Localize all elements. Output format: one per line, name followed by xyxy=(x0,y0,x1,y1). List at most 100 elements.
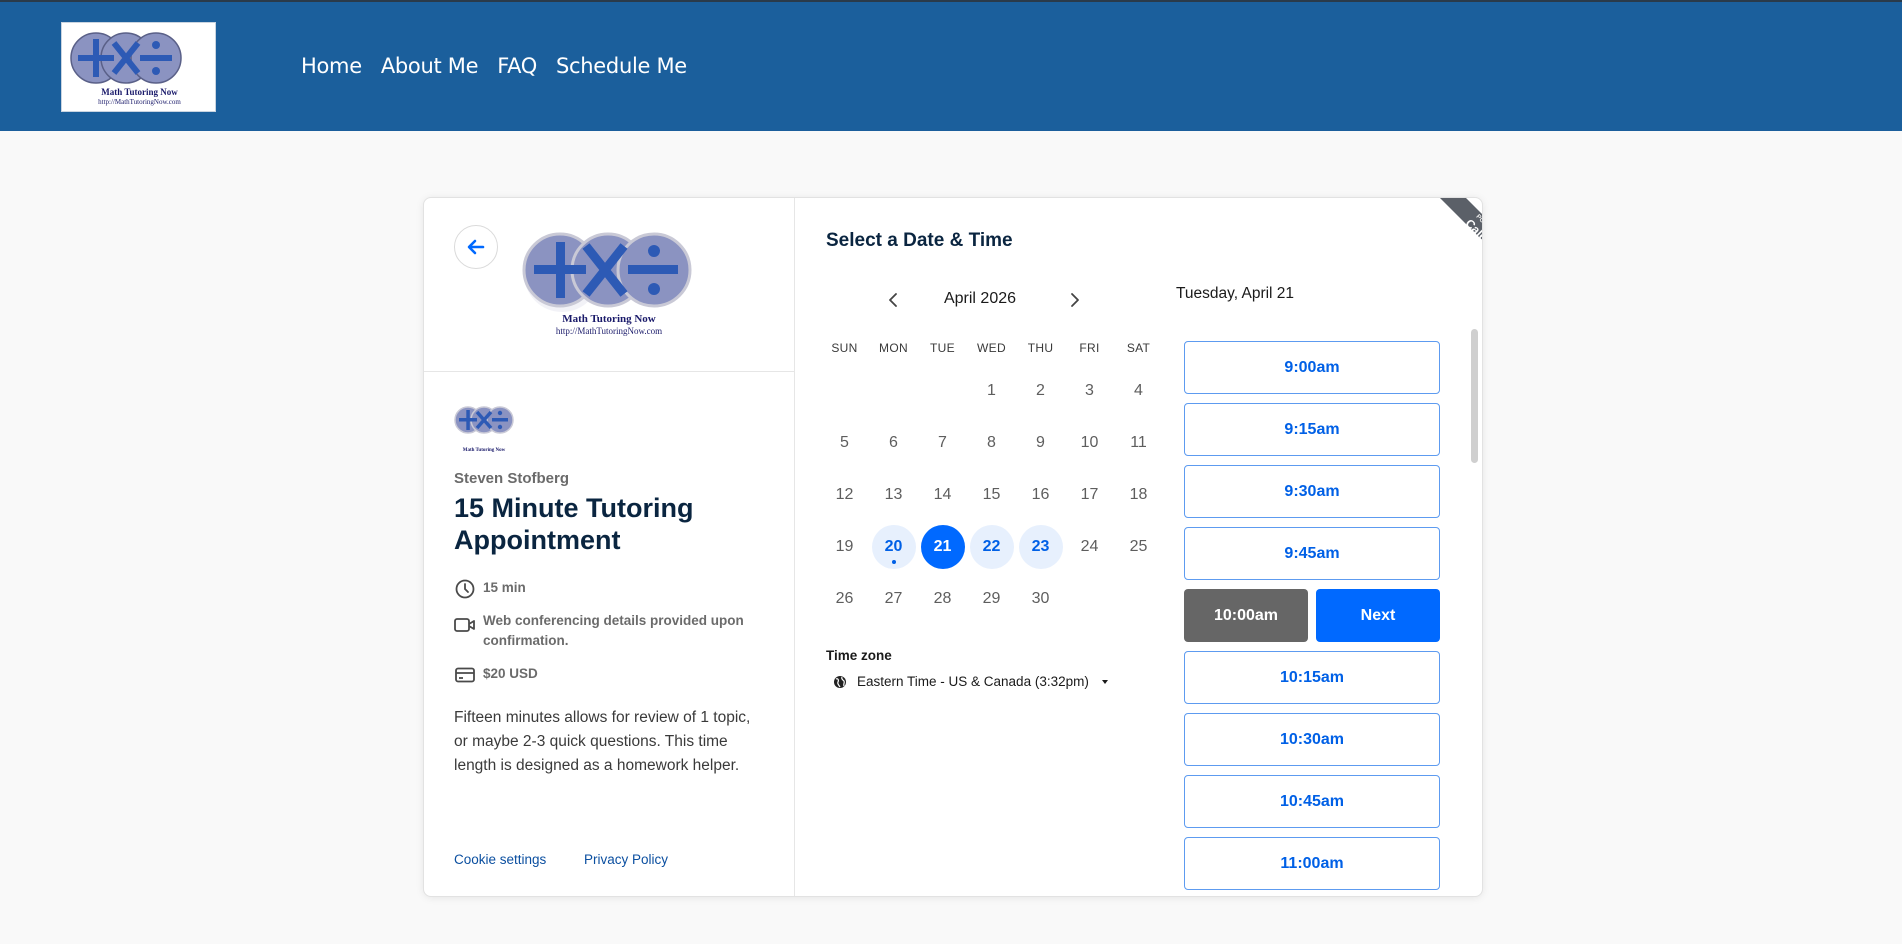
next-button[interactable]: Next xyxy=(1316,589,1440,642)
time-slot-button[interactable]: 9:45am xyxy=(1184,527,1440,580)
organization-logo-title: Math Tutoring Now xyxy=(562,313,656,325)
calendar-day: 10 xyxy=(1065,417,1114,469)
calendar-day-number: 11 xyxy=(1130,434,1147,451)
calendar-day: 9 xyxy=(1016,417,1065,469)
time-slot-button[interactable]: 11:00am xyxy=(1184,837,1440,890)
calendar-day: 18 xyxy=(1114,469,1163,521)
nav-faq[interactable]: FAQ xyxy=(497,54,537,78)
dropdown-caret-icon xyxy=(1101,679,1108,684)
today-indicator xyxy=(891,560,896,564)
time-slot-button[interactable]: 10:45am xyxy=(1184,775,1440,828)
calendar-day-available[interactable]: 23 xyxy=(1016,521,1065,573)
chevron-left-icon xyxy=(889,293,897,307)
calendar-day: 11 xyxy=(1114,417,1163,469)
weekday-label: FRI xyxy=(1079,341,1100,355)
calendar-day: 3 xyxy=(1065,365,1114,417)
time-slot-button[interactable]: 10:15am xyxy=(1184,651,1440,704)
weekday-label: SUN xyxy=(831,341,858,355)
calendar-day: 30 xyxy=(1016,573,1065,625)
timezone-label: Time zone xyxy=(826,648,892,663)
calendar-day-number: 14 xyxy=(933,486,952,503)
calendar-day: 25 xyxy=(1114,521,1163,573)
calendar-day-number: 1 xyxy=(987,382,996,399)
weekday-label: SAT xyxy=(1126,341,1151,355)
calendar-day-number: 18 xyxy=(1129,486,1148,503)
nav-about-me[interactable]: About Me xyxy=(381,54,479,78)
time-slot-button[interactable]: 9:15am xyxy=(1184,403,1440,456)
calendar-day: 4 xyxy=(1114,365,1163,417)
calendar-day-available[interactable]: 20 xyxy=(869,521,918,573)
organizer-name: Steven Stofberg xyxy=(454,470,570,487)
calendar-day: 27 xyxy=(869,573,918,625)
calendar-days-grid: 1 2 3 4 5 6 7 8 9 10 11 12 13 14 15 16 17 18 19 20 21 22 23 24 2… xyxy=(820,365,1163,625)
calendar-day: 28 xyxy=(918,573,967,625)
selected-date-label: Tuesday, April 21 xyxy=(1176,285,1295,302)
time-slot-selected[interactable]: 10:00am xyxy=(1184,589,1308,642)
back-arrow-icon xyxy=(467,239,485,255)
calendar-day-number: 8 xyxy=(987,434,996,451)
calendar-day-number: 2 xyxy=(1036,382,1045,399)
calendar-day-selected[interactable]: 21 xyxy=(918,521,967,573)
calendar-day-number: 26 xyxy=(835,590,854,607)
time-slot-button[interactable]: 10:30am xyxy=(1184,713,1440,766)
selected-time-row: 10:00am Next xyxy=(1184,589,1440,642)
calendar-day: 14 xyxy=(918,469,967,521)
back-button[interactable] xyxy=(454,225,498,269)
event-description: Fifteen minutes allows for review of 1 t… xyxy=(454,709,751,774)
calendar-day: 26 xyxy=(820,573,869,625)
scheduler-panel: Select a Date & Time April 2026 SUN MON TU… xyxy=(795,198,1482,896)
calendar-day-number: 12 xyxy=(835,486,854,503)
organizer-avatar: Math Tutoring Now xyxy=(454,398,514,460)
credit-card-icon xyxy=(454,664,476,686)
cookie-settings-link[interactable]: Cookie settings xyxy=(454,852,546,867)
calendar-day-number: 13 xyxy=(884,486,903,503)
calendar-day-number: 7 xyxy=(938,434,947,451)
time-slot-button[interactable]: 9:00am xyxy=(1184,341,1440,394)
weekday-label: WED xyxy=(977,341,1006,355)
month-label: April 2026 xyxy=(943,290,1017,307)
calendar-empty-cell xyxy=(869,365,918,417)
chevron-right-icon xyxy=(1071,293,1079,307)
organizer-avatar-title: Math Tutoring Now xyxy=(462,448,506,453)
organizer-avatar-graphic xyxy=(454,406,514,434)
calendar-day-number: 3 xyxy=(1085,382,1094,399)
timezone-select[interactable]: Eastern Time - US & Canada (3:32pm) xyxy=(833,674,1108,689)
calendar-day: 8 xyxy=(967,417,1016,469)
calendar-day-available[interactable]: 22 xyxy=(967,521,1016,573)
calendar-day-number: 27 xyxy=(884,590,903,607)
calendar-day-number: 19 xyxy=(835,538,854,555)
timezone-value: Eastern Time - US & Canada (3:32pm) xyxy=(857,674,1089,689)
event-duration-text: 15 min xyxy=(483,580,526,595)
calendar-day-number: 24 xyxy=(1080,538,1099,555)
calendar-day: 6 xyxy=(869,417,918,469)
calendar-day: 7 xyxy=(918,417,967,469)
calendar-day-number: 25 xyxy=(1129,538,1148,555)
calendar-day-number: 30 xyxy=(1031,590,1050,607)
calendar-day-number: 9 xyxy=(1036,434,1045,451)
calendar-day-number: 21 xyxy=(920,525,965,569)
calendar-day-number: 23 xyxy=(1018,525,1063,569)
time-slot-button[interactable]: 9:30am xyxy=(1184,465,1440,518)
event-price-text: $20 USD xyxy=(483,666,538,681)
site-logo[interactable]: Math Tutoring Now http://MathTutoringNow… xyxy=(61,22,216,112)
clock-icon xyxy=(454,578,476,600)
calendar-day-number: 28 xyxy=(933,590,952,607)
next-month-button[interactable] xyxy=(1063,288,1087,312)
nav-home[interactable]: Home xyxy=(301,54,362,78)
previous-month-button[interactable] xyxy=(881,288,905,312)
event-conferencing-text: Web conferencing details provided upon c… xyxy=(483,613,744,648)
calendar-day-number: 16 xyxy=(1031,486,1050,503)
scrollbar-thumb[interactable] xyxy=(1471,329,1478,463)
event-details-panel: Math Tutoring Now http://MathTutoringNow… xyxy=(424,198,795,896)
calendar-day: 5 xyxy=(820,417,869,469)
calendar-day: 12 xyxy=(820,469,869,521)
booking-card: Math Tutoring Now http://MathTutoringNow… xyxy=(423,197,1483,897)
calendar-day: 24 xyxy=(1065,521,1114,573)
calendar-day-number: 22 xyxy=(969,525,1014,569)
privacy-policy-link[interactable]: Privacy Policy xyxy=(584,852,668,867)
nav-schedule-me[interactable]: Schedule Me xyxy=(556,54,687,78)
organization-logo-graphic xyxy=(522,232,692,312)
calendar-day: 16 xyxy=(1016,469,1065,521)
calendar-day: 29 xyxy=(967,573,1016,625)
calendar-day-number: 10 xyxy=(1080,434,1099,451)
